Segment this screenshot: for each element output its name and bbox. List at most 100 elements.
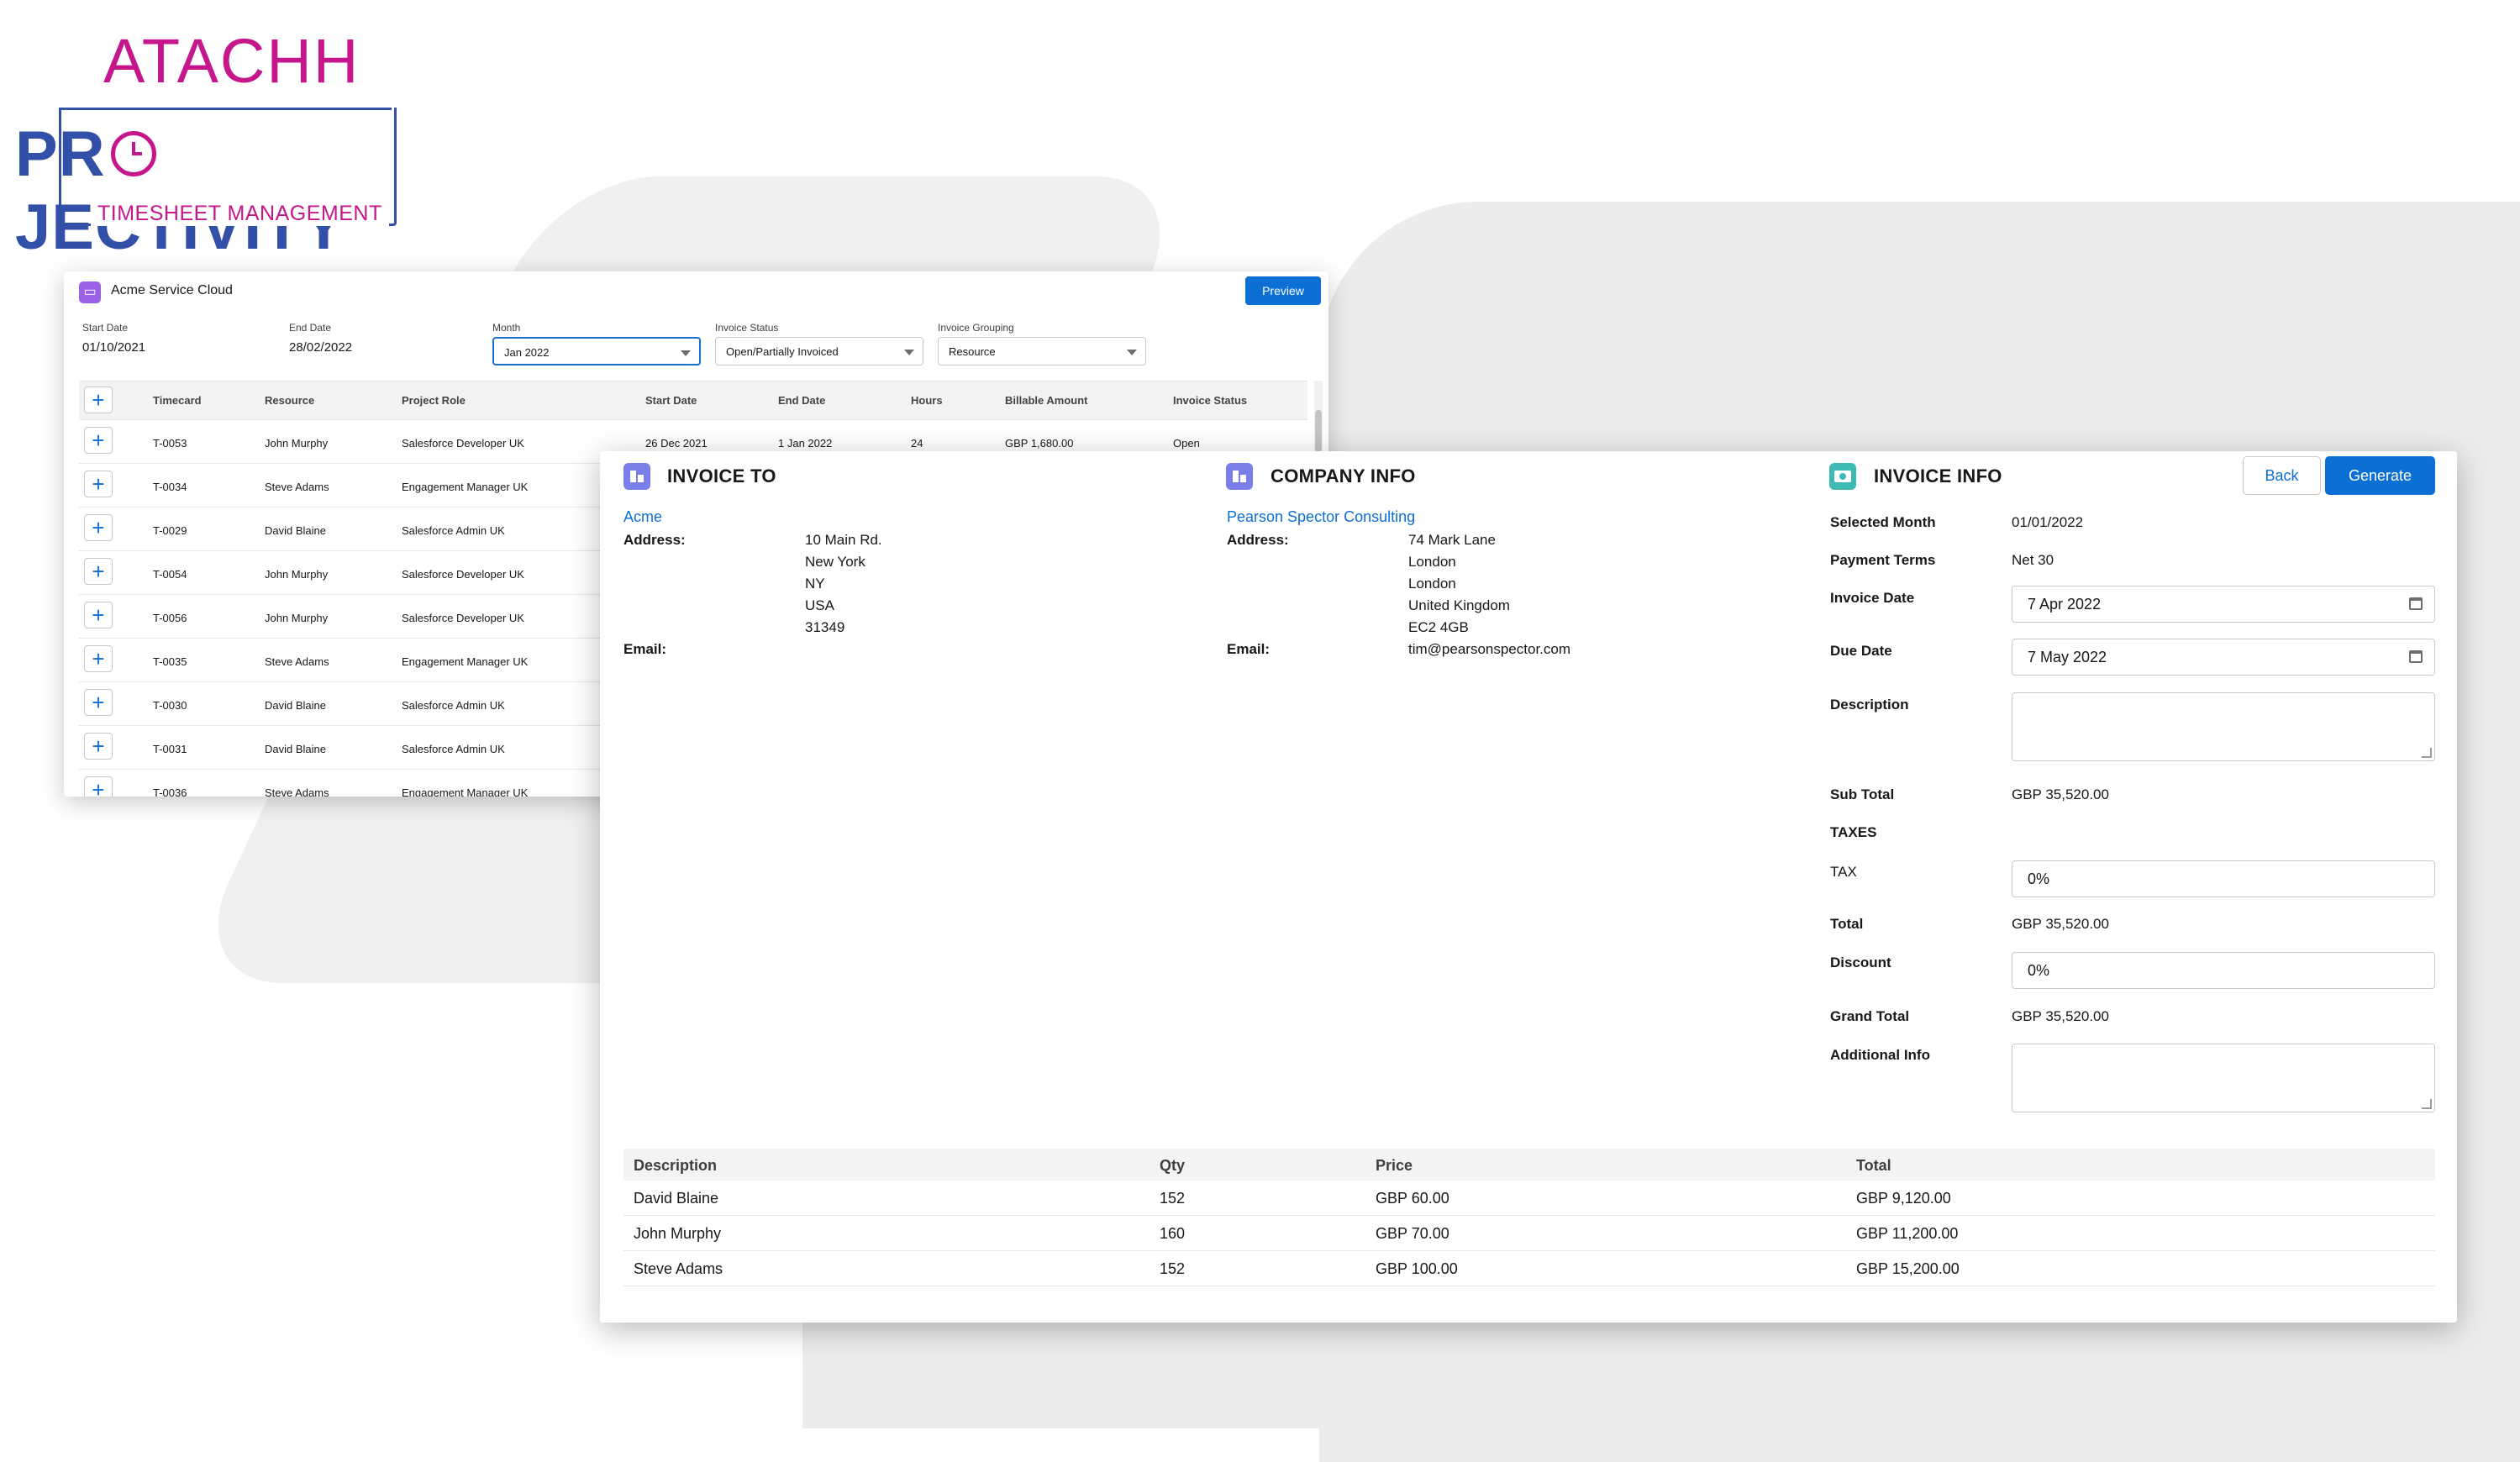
line-description: David Blaine xyxy=(634,1190,719,1207)
timecard-id: T-0036 xyxy=(153,786,187,797)
start-date: 26 Dec 2021 xyxy=(645,437,708,450)
invoice-date-input[interactable]: 7 Apr 2022 xyxy=(2012,586,2435,623)
timecard-id: T-0054 xyxy=(153,568,187,581)
project-role: Salesforce Admin UK xyxy=(402,524,505,537)
invoice-panel: INVOICE TO Acme Address: 10 Main Rd. New… xyxy=(600,451,2457,1323)
month-label: Month xyxy=(492,322,521,334)
invoice-info-title: INVOICE INFO xyxy=(1874,465,2002,486)
start-date-label: Start Date xyxy=(82,322,129,334)
resource-name: Steve Adams xyxy=(265,786,329,797)
line-description: John Murphy xyxy=(634,1225,722,1242)
total-value: GBP 35,520.00 xyxy=(2012,916,2109,932)
sub-total-label: Sub Total xyxy=(1830,786,1895,802)
line-items-table: Description Qty Price Total David Blaine… xyxy=(623,1149,2435,1286)
add-timecard-button[interactable]: + xyxy=(84,427,113,454)
table-row: David Blaine 152 GBP 60.00 GBP 9,120.00 xyxy=(623,1181,2435,1216)
timecard-id: T-0034 xyxy=(153,481,187,493)
calendar-icon[interactable] xyxy=(2409,597,2423,610)
description-label: Description xyxy=(1830,697,1909,713)
month-select[interactable]: Jan 2022 xyxy=(492,337,701,366)
timecard-id: T-0053 xyxy=(153,437,187,450)
column-header: Start Date xyxy=(645,394,697,407)
resource-name: John Murphy xyxy=(265,437,329,450)
generate-button[interactable]: Generate xyxy=(2325,456,2435,495)
discount-value: 0% xyxy=(2028,962,2050,979)
add-timecard-button[interactable]: + xyxy=(84,776,113,797)
line-qty: 152 xyxy=(1160,1260,1186,1277)
discount-input[interactable]: 0% xyxy=(2012,952,2435,989)
money-icon xyxy=(1829,463,1856,490)
additional-info-textarea[interactable] xyxy=(2012,1044,2435,1112)
invoice-date-value: 7 Apr 2022 xyxy=(2028,596,2102,613)
resource-name: David Blaine xyxy=(265,524,326,537)
resize-handle-icon[interactable] xyxy=(2422,1099,2432,1109)
resize-handle-icon[interactable] xyxy=(2422,748,2432,758)
brand-product: PRJECTIVITY xyxy=(15,118,435,264)
column-header: Billable Amount xyxy=(1005,394,1088,407)
project-role: Engagement Manager UK xyxy=(402,786,529,797)
add-timecard-button[interactable]: + xyxy=(84,471,113,497)
invoice-status: Open xyxy=(1173,437,1200,450)
line-price: GBP 70.00 xyxy=(1376,1225,1449,1242)
resource-name: Steve Adams xyxy=(265,481,329,493)
brand-tagline: TIMESHEET MANAGEMENT xyxy=(91,202,389,226)
due-date-label: Due Date xyxy=(1830,643,1892,659)
address-line: New York xyxy=(805,554,865,570)
tax-label: TAX xyxy=(1830,864,1857,880)
column-header: Resource xyxy=(265,394,315,407)
address-line: USA xyxy=(805,597,834,613)
column-header: Timecard xyxy=(153,394,202,407)
description-textarea[interactable] xyxy=(2012,692,2435,761)
project-role: Salesforce Developer UK xyxy=(402,612,524,624)
invoice-to-title: INVOICE TO xyxy=(667,465,776,486)
line-total: GBP 11,200.00 xyxy=(1856,1225,1959,1242)
table-header: Description Qty Price Total xyxy=(623,1149,2435,1181)
add-timecard-button[interactable]: + xyxy=(84,558,113,585)
line-total: GBP 9,120.00 xyxy=(1856,1190,1951,1207)
brand-logo: ATACHH PRJECTIVITY TIMESHEET MANAGEMENT xyxy=(15,25,435,263)
add-all-button[interactable]: + xyxy=(84,387,113,413)
add-timecard-button[interactable]: + xyxy=(84,514,113,541)
project-role: Salesforce Admin UK xyxy=(402,743,505,755)
invoice-grouping-label: Invoice Grouping xyxy=(938,322,1014,334)
company-info-title: COMPANY INFO xyxy=(1271,465,1416,486)
column-header: Hours xyxy=(911,394,943,407)
address-line: NY xyxy=(805,576,825,592)
monitor-icon: ▭ xyxy=(79,281,101,303)
add-timecard-button[interactable]: + xyxy=(84,645,113,672)
invoice-grouping-select[interactable]: Resource xyxy=(938,337,1146,366)
add-timecard-button[interactable]: + xyxy=(84,602,113,628)
calendar-icon[interactable] xyxy=(2409,650,2423,663)
back-button[interactable]: Back xyxy=(2243,456,2321,495)
email-label: Email: xyxy=(623,641,667,657)
taxes-heading: TAXES xyxy=(1830,824,1877,840)
line-qty: 160 xyxy=(1160,1225,1186,1242)
tax-input[interactable]: 0% xyxy=(2012,860,2435,897)
table-header: + Timecard Resource Project Role Start D… xyxy=(79,381,1307,420)
due-date-input[interactable]: 7 May 2022 xyxy=(2012,639,2435,676)
total-label: Total xyxy=(1830,916,1864,932)
line-price: GBP 100.00 xyxy=(1376,1260,1458,1277)
email-value: tim@pearsonspector.com xyxy=(1408,641,1571,657)
line-price: GBP 60.00 xyxy=(1376,1190,1449,1207)
customer-link[interactable]: Acme xyxy=(623,508,662,526)
invoice-status-select[interactable]: Open/Partially Invoiced xyxy=(715,337,923,366)
address-line: London xyxy=(1408,576,1456,592)
selected-month-label: Selected Month xyxy=(1830,514,1936,530)
add-timecard-button[interactable]: + xyxy=(84,689,113,716)
address-line: 74 Mark Lane xyxy=(1408,532,1496,548)
invoice-status-filter: Invoice Status Open/Partially Invoiced xyxy=(715,322,923,366)
company-link[interactable]: Pearson Spector Consulting xyxy=(1227,508,1415,526)
resource-name: John Murphy xyxy=(265,612,329,624)
address-line: EC2 4GB xyxy=(1408,619,1469,635)
clock-icon xyxy=(111,131,156,176)
preview-button[interactable]: Preview xyxy=(1245,276,1321,305)
end-date-value: 28/02/2022 xyxy=(289,340,353,355)
add-timecard-button[interactable]: + xyxy=(84,733,113,760)
brand-company: ATACHH xyxy=(103,26,360,96)
additional-info-label: Additional Info xyxy=(1830,1047,1930,1063)
scrollbar-thumb[interactable] xyxy=(1315,410,1322,452)
grand-total-label: Grand Total xyxy=(1830,1008,1910,1024)
invoice-status-value: Open/Partially Invoiced xyxy=(726,345,839,358)
brand-product-pre: PR xyxy=(15,118,106,190)
